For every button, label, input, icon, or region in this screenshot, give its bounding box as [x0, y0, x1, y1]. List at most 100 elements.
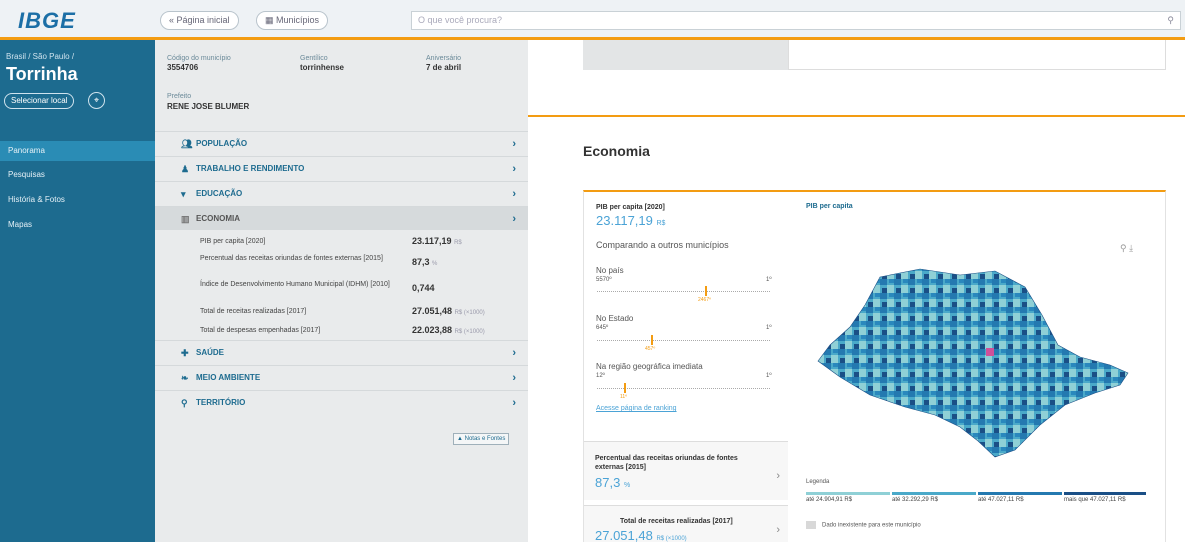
category-label: EDUCAÇÃO [196, 189, 243, 198]
location-pin-icon[interactable]: ⌖ [88, 92, 105, 109]
gentile-value: torrinhense [300, 63, 345, 72]
rank-region-high: 1º [766, 373, 772, 379]
ibge-logo[interactable]: IBGE [18, 8, 76, 34]
anniversary-value: 7 de abril [426, 63, 462, 72]
legend-item: até 32.292,29 R$ [892, 497, 939, 503]
indicator-number: 22.023,88 [412, 325, 453, 335]
indicator-unit: R$ (×1000) [454, 329, 485, 335]
category-saude[interactable]: ✚ SAÚDE › [155, 340, 528, 364]
no-data-swatch [806, 521, 816, 529]
municipalities-button-label: Municípios [276, 15, 320, 25]
map-pin-icon: ⚲ [181, 398, 188, 408]
sidebar-item-mapas[interactable]: Mapas [0, 215, 155, 235]
card-unit: R$ (×1000) [656, 536, 687, 542]
indicator-value: 0,744 [412, 283, 435, 293]
notes-sources-button[interactable]: ▲ Notas e Fontes [453, 433, 510, 445]
zoom-icon[interactable]: ⚲ [1120, 243, 1127, 253]
worker-icon: ♟ [181, 164, 190, 174]
top-bar: IBGE « Página inicial ▦ Municípios O que… [0, 0, 1185, 40]
indicator-label: Índice de Desenvolvimento Humano Municip… [200, 281, 390, 288]
section-title: Economia [583, 143, 650, 159]
rank-country-slider [597, 291, 770, 292]
city-title: Torrinha [6, 64, 78, 84]
category-trabalho[interactable]: ♟ TRABALHO E RENDIMENTO › [155, 156, 528, 180]
card-number: 87,3 [595, 475, 621, 490]
rank-country-low: 5570º [596, 277, 612, 283]
card-title: Percentual das receitas oriundas de font… [595, 455, 738, 471]
category-label: SAÚDE [196, 348, 225, 357]
gentile-label: Gentílico [300, 55, 328, 62]
info-icon: ▲ [457, 436, 463, 442]
rank-country-marker [705, 286, 707, 296]
category-label: TERRITÓRIO [196, 398, 246, 407]
indicator-number: 0,744 [412, 283, 435, 293]
sidebar-item-pesquisas[interactable]: Pesquisas [0, 165, 155, 185]
chevron-right-icon: › [512, 163, 516, 175]
legend-title: Legenda [806, 479, 830, 485]
indicator-unit: % [432, 261, 438, 267]
map-highlight-municipality[interactable] [986, 348, 994, 356]
map-tools: ⚲ ⤓ [1120, 243, 1133, 254]
sidebar-item-historia[interactable]: História & Fotos [0, 190, 155, 210]
rank-region-low: 12º [596, 373, 605, 379]
legend-item: até 24.904,91 R$ [806, 497, 853, 503]
category-label: TRABALHO E RENDIMENTO [196, 164, 305, 173]
chevron-right-icon: › [776, 524, 780, 536]
map-state-shape[interactable] [817, 268, 1129, 458]
pib-unit: R$ [656, 220, 666, 227]
legend-item: mais que 47.027,11 R$ [1064, 497, 1126, 503]
rank-state-marker [651, 335, 653, 345]
rank-state-label: No Estado [596, 314, 634, 323]
search-input[interactable]: O que você procura? ⚲ [411, 11, 1181, 30]
no-data-legend: Dado inexistente para este município [806, 521, 921, 529]
previous-section-cell-right [788, 40, 1166, 70]
legend-item: até 47.027,11 R$ [978, 497, 1024, 503]
rank-region-label: Na região geográfica imediata [596, 362, 703, 371]
code-value: 3554706 [167, 63, 199, 72]
category-meio-ambiente[interactable]: ❧ MEIO AMBIENTE › [155, 365, 528, 389]
select-location-button[interactable]: Selecionar local [4, 93, 75, 109]
indicators-panel [155, 40, 528, 542]
graduation-cap-icon: ▾ [181, 189, 186, 199]
pib-number: 23.117,19 [596, 213, 653, 228]
indicator-unit: R$ [454, 240, 462, 246]
map-title: PIB per capita [806, 203, 853, 210]
home-button[interactable]: « Página inicial [160, 11, 239, 30]
sao-paulo-map[interactable] [810, 265, 1140, 465]
card-unit: % [623, 482, 631, 489]
chevron-right-icon: › [512, 372, 516, 384]
card-title: Total de receitas realizadas [2017] [620, 518, 733, 525]
ranking-link[interactable]: Acesse página de ranking [596, 405, 677, 412]
download-icon[interactable]: ⤓ [1129, 243, 1133, 253]
chevron-right-icon: › [776, 470, 780, 482]
breadcrumb[interactable]: Brasil / São Paulo / [6, 52, 74, 61]
grid-icon: ▦ [265, 15, 274, 25]
card-value: 27.051,48 R$ (×1000) [595, 528, 687, 543]
chevron-right-icon: › [512, 347, 516, 359]
category-territorio[interactable]: ⚲ TERRITÓRIO › [155, 390, 528, 414]
indicator-unit: R$ (×1000) [454, 310, 485, 316]
pib-title: PIB per capita [2020] [596, 204, 665, 211]
rank-country-label: No país [596, 266, 624, 275]
health-icon: ✚ [181, 348, 189, 358]
indicator-value: 22.023,88 R$ (×1000) [412, 325, 485, 335]
sidebar-item-panorama[interactable]: Panorama [0, 141, 155, 161]
card-value: 87,3 % [595, 475, 630, 490]
legend-swatch [892, 492, 976, 495]
anniversary-label: Aniversário [426, 55, 462, 62]
rank-region-marker-label: 11º [620, 394, 628, 400]
municipalities-button[interactable]: ▦ Municípios [256, 11, 329, 30]
external-revenue-card[interactable]: Percentual das receitas oriundas de font… [584, 441, 788, 500]
total-revenue-card[interactable]: Total de receitas realizadas [2017] 27.0… [584, 505, 788, 543]
category-educacao[interactable]: ▾ EDUCAÇÃO › [155, 181, 528, 205]
category-populacao[interactable]: 👥︎ POPULAÇÃO › [155, 131, 528, 155]
chevron-right-icon: › [512, 188, 516, 200]
left-navigation [0, 40, 155, 542]
category-label: MEIO AMBIENTE [196, 373, 261, 382]
home-button-label: Página inicial [176, 15, 230, 25]
chevron-right-icon: › [512, 213, 516, 225]
legend-swatch [806, 492, 890, 495]
indicator-label: PIB per capita [2020] [200, 238, 266, 245]
search-icon[interactable]: ⚲ [1167, 12, 1174, 29]
category-economia[interactable]: ▥ ECONOMIA › [155, 206, 528, 230]
